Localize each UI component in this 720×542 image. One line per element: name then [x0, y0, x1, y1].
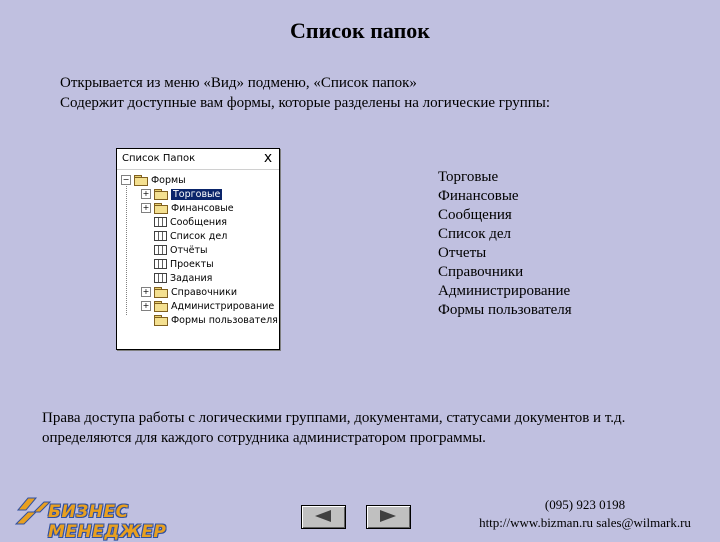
previous-slide-button[interactable] [301, 505, 346, 529]
group-item: Список дел [438, 226, 512, 242]
tree-node-label: Справочники [171, 286, 238, 298]
tree-node-trade[interactable]: + Торговые [141, 187, 223, 201]
tree-guide-line [126, 183, 127, 315]
folder-icon [154, 203, 168, 214]
group-list: Торговые Финансовые Сообщения Список дел… [438, 168, 572, 320]
close-icon[interactable]: x [261, 150, 275, 166]
collapse-icon[interactable]: − [121, 175, 131, 185]
group-item: Финансовые [438, 188, 519, 204]
form-icon [154, 245, 167, 255]
group-item: Торговые [438, 169, 499, 185]
tree-node-label: Формы пользователя [171, 314, 278, 326]
access-note: Права доступа работы с логическими групп… [42, 408, 625, 448]
panel-header: Список Папок x [117, 149, 279, 170]
access-note-line-1: Права доступа работы с логическими групп… [42, 410, 626, 426]
intro-text: Открывается из меню «Вид» подменю, «Спис… [60, 73, 550, 113]
intro-line-2: Содержит доступные вам формы, которые ра… [60, 95, 551, 111]
next-slide-button[interactable] [366, 505, 411, 529]
tree-node-reports[interactable]: Отчёты [141, 243, 208, 257]
logo-text: БИЗНЕС МЕНЕДЖЕР [48, 502, 167, 542]
form-icon [154, 259, 167, 269]
folder-icon [154, 301, 168, 312]
group-item: Администрирование [438, 283, 571, 299]
arrow-right-icon [380, 510, 396, 522]
folder-list-panel: Список Папок x − Формы + Торговые + Фина… [116, 148, 280, 350]
company-logo: БИЗНЕС МЕНЕДЖЕР [14, 494, 204, 542]
tree-node-label: Сообщения [170, 216, 228, 228]
contact-web[interactable]: http://www.bizman.ru sales@wilmark.ru [450, 514, 720, 532]
tree-node-label: Список дел [170, 230, 228, 242]
tree-node-user-forms[interactable]: Формы пользователя [141, 313, 278, 327]
tree-node-label: Финансовые [171, 202, 234, 214]
folder-tree: − Формы + Торговые + Финансовые Сообщени… [117, 171, 279, 349]
tree-node-forms[interactable]: − Формы [121, 173, 186, 187]
tree-node-finance[interactable]: + Финансовые [141, 201, 234, 215]
expand-icon[interactable]: + [141, 203, 151, 213]
folder-icon [134, 175, 148, 186]
panel-title: Список Папок [122, 153, 196, 164]
tree-node-label: Задания [170, 272, 213, 284]
tree-node-admin[interactable]: + Администрирование [141, 299, 274, 313]
slide-title: Список папок [290, 18, 430, 43]
group-item: Справочники [438, 264, 524, 280]
tree-node-projects[interactable]: Проекты [141, 257, 214, 271]
folder-icon [154, 315, 168, 326]
tree-node-catalogs[interactable]: + Справочники [141, 285, 237, 299]
expand-icon[interactable]: + [141, 301, 151, 311]
expand-icon[interactable]: + [141, 287, 151, 297]
tree-node-label: Отчёты [170, 244, 208, 256]
contact-phone: (095) 923 0198 [544, 497, 626, 512]
tree-node-tasks[interactable]: Задания [141, 271, 212, 285]
arrow-left-icon [315, 510, 331, 522]
tree-node-label: Администрирование [171, 300, 275, 312]
open-folder-icon [154, 189, 168, 200]
group-item: Сообщения [438, 207, 512, 223]
folder-icon [154, 287, 168, 298]
contact-info: (095) 923 0198 http://www.bizman.ru sale… [450, 496, 720, 532]
access-note-line-2: определяются для каждого сотрудника адми… [42, 430, 486, 446]
tree-node-label: Торговые [171, 188, 223, 200]
tree-node-messages[interactable]: Сообщения [141, 215, 227, 229]
tree-node-todo[interactable]: Список дел [141, 229, 227, 243]
expand-icon[interactable]: + [141, 189, 151, 199]
form-icon [154, 273, 167, 283]
form-icon [154, 217, 167, 227]
intro-line-1: Открывается из меню «Вид» подменю, «Спис… [60, 75, 417, 91]
tree-node-label: Формы [151, 174, 186, 186]
group-item: Отчеты [438, 245, 487, 261]
group-item: Формы пользователя [438, 302, 572, 318]
form-icon [154, 231, 167, 241]
tree-node-label: Проекты [170, 258, 214, 270]
